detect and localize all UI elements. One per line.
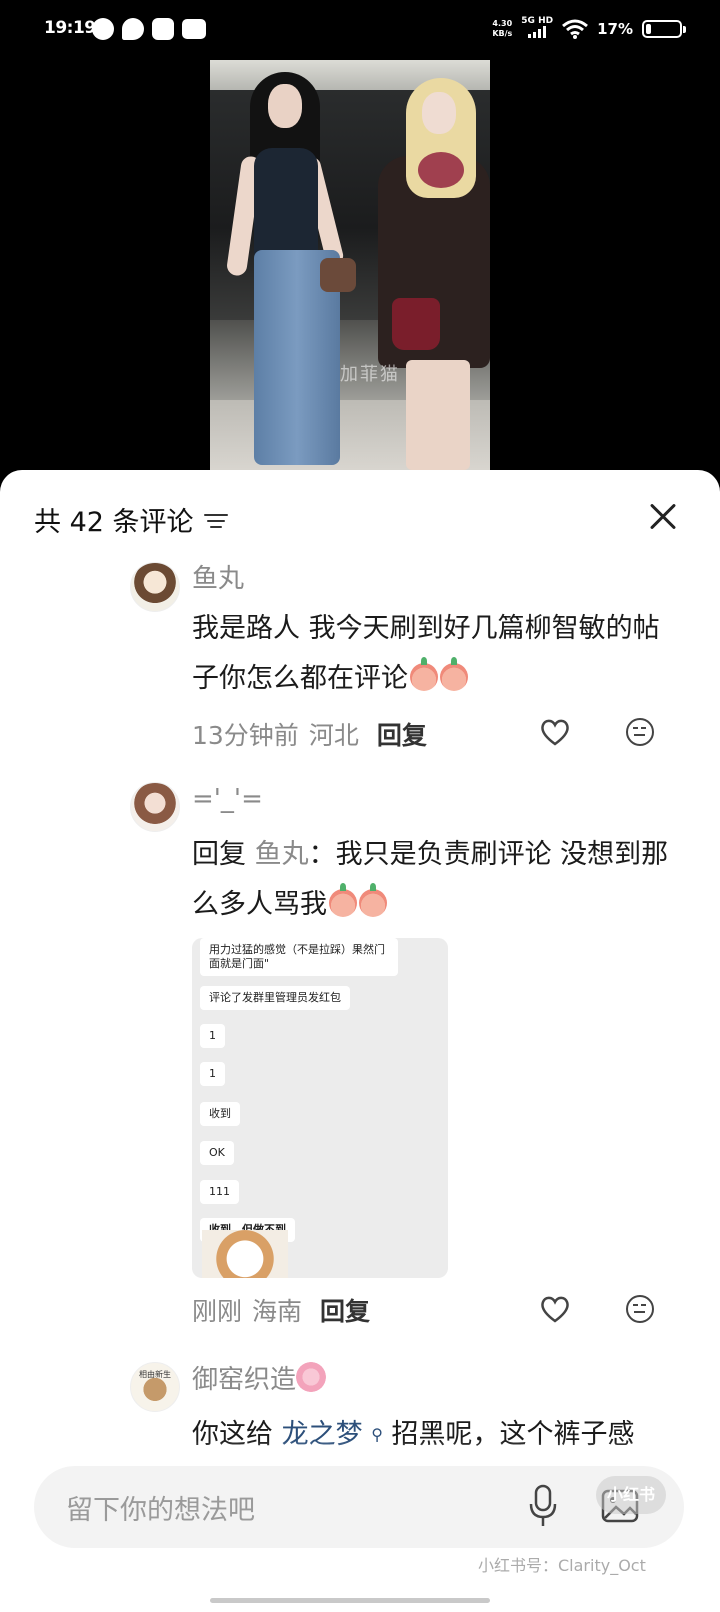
comment-time: 13分钟前 [192, 721, 299, 750]
crying-emoji-icon [440, 657, 468, 691]
close-icon[interactable] [644, 498, 682, 536]
reply-button[interactable]: 回复 [320, 1292, 370, 1328]
comment-text: 回复 鱼丸：我只是负责刷评论 没想到那么多人骂我 [192, 830, 672, 930]
reply-prefix: 回复 [192, 839, 246, 870]
message-icon [122, 18, 144, 40]
status-bar: 19:19 4.30 KB/s 5G HD 17% [0, 0, 720, 62]
network-type: 5G HD [521, 16, 554, 26]
comment-location: 河北 [308, 721, 359, 750]
chat-bubble: 1 [200, 1024, 225, 1048]
username-text: 御窑织造 [192, 1365, 297, 1395]
wifi-icon [562, 19, 589, 39]
avatar[interactable] [130, 782, 180, 832]
crying-emoji-icon [359, 883, 387, 917]
comment-username[interactable]: ='_'= [192, 782, 263, 816]
signal-indicator: 5G HD [521, 16, 553, 41]
watermark-logo: 小红书 [596, 1476, 666, 1514]
chat-bubble: 111 [200, 1180, 239, 1204]
post-image[interactable]: 加菲猫 [210, 60, 490, 472]
avatar[interactable] [130, 562, 180, 612]
cat-sticker [202, 1230, 288, 1278]
like-heart-icon[interactable] [540, 1295, 570, 1323]
like-heart-icon[interactable] [540, 718, 570, 746]
crying-emoji-icon [410, 657, 438, 691]
comment-input-placeholder: 留下你的想法吧 [66, 1495, 255, 1526]
chat-bubble: 评论了发群里管理员发红包 [200, 986, 350, 1010]
reply-button[interactable]: 回复 [377, 716, 427, 752]
comment-item: ='_'= 回复 鱼丸：我只是负责刷评论 没想到那么多人骂我 用力过猛的感觉（不… [130, 782, 690, 1326]
brown-bag [320, 258, 356, 292]
emoji-reaction-icon[interactable] [626, 718, 654, 746]
chat-bubble: 用力过猛的感觉（不是拉踩）果然门面就是门面" [200, 938, 398, 976]
app-notification-icon [92, 18, 114, 40]
comment-time: 刚刚 [192, 1297, 243, 1326]
speed-value: 4.30 [492, 18, 513, 28]
mail-icon [152, 18, 174, 40]
comment-text: 我是路人 我今天刷到好几篇柳智敏的帖子你怎么都在评论 [192, 604, 672, 704]
comment-meta: 13分钟前 河北 回复 [192, 716, 427, 752]
status-time: 19:19 [44, 18, 96, 38]
comment-meta: 刚刚 海南 回复 [192, 1292, 370, 1328]
crying-emoji-icon [329, 883, 357, 917]
microphone-icon[interactable] [528, 1484, 558, 1528]
comment-username[interactable]: 鱼丸 [192, 562, 244, 596]
red-scarf [418, 152, 464, 188]
emoji-reaction-icon[interactable] [626, 1295, 654, 1323]
notification-icons [92, 18, 206, 40]
battery-icon [642, 19, 686, 38]
person-right-legs [406, 360, 470, 470]
comment-image-screenshot[interactable]: 用力过猛的感觉（不是拉踩）果然门面就是门面" 评论了发群里管理员发红包 1 1 … [192, 938, 448, 1278]
battery-fill [646, 23, 651, 34]
status-right: 4.30 KB/s 5G HD 17% [492, 16, 686, 41]
battery-percent: 17% [597, 19, 633, 38]
photo-watermark: 加菲猫 [340, 364, 400, 385]
vivo-icon [182, 19, 206, 39]
reply-to-username[interactable]: 鱼丸 [255, 839, 309, 870]
person-left-top [254, 148, 318, 258]
person-right-face [422, 92, 456, 134]
comment-username[interactable]: 御窑织造 [192, 1362, 327, 1397]
chat-bubble: OK [200, 1141, 234, 1165]
comment-location: 海南 [252, 1297, 303, 1326]
speed-unit: KB/s [492, 28, 513, 38]
chat-bubble: 1 [200, 1062, 225, 1086]
comments-header: 共 42 条评论 [34, 500, 228, 539]
chat-bubble: 收到 [200, 1102, 240, 1126]
network-speed: 4.30 KB/s [492, 19, 512, 39]
red-bag [392, 298, 440, 350]
comment-input[interactable]: 留下你的想法吧 [34, 1466, 684, 1548]
avatar-label: 相由新生 [139, 1370, 171, 1379]
comment-count-title: 共 42 条评论 [34, 507, 194, 538]
home-indicator[interactable] [210, 1598, 490, 1603]
comment-item: 鱼丸 我是路人 我今天刷到好几篇柳智敏的帖子你怎么都在评论 13分钟前 河北 回… [130, 562, 690, 762]
avatar[interactable]: 相由新生 [130, 1362, 180, 1412]
sort-filter-icon[interactable] [203, 510, 228, 530]
person-left-face [268, 84, 302, 128]
flower-emoji-icon [296, 1362, 327, 1392]
watermark-text: 小红书号：Clarity_Oct [478, 1556, 646, 1575]
signal-bars-icon [528, 26, 547, 38]
